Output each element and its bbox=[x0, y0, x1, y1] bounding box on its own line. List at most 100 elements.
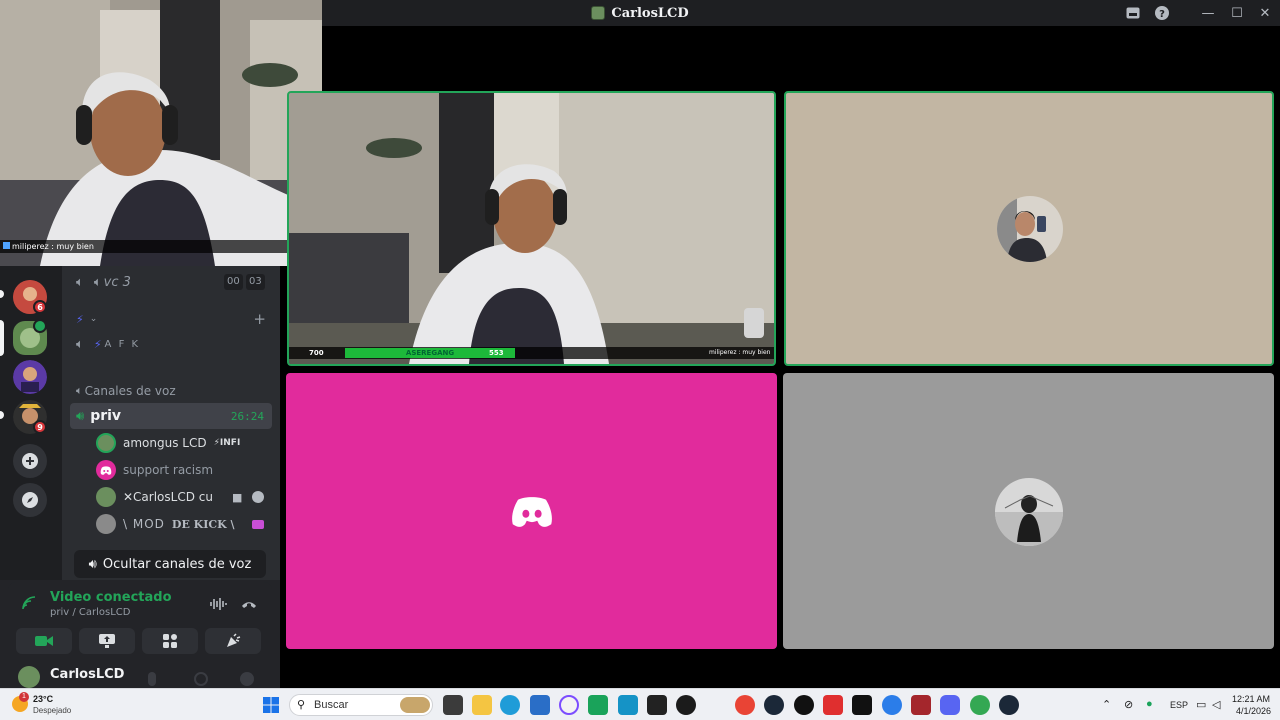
volume-icon[interactable]: ◁ bbox=[1212, 698, 1220, 711]
discover-button[interactable] bbox=[13, 483, 47, 517]
server-badge-1: 6 bbox=[33, 300, 47, 314]
pip-chat-text: muy bien bbox=[56, 242, 94, 251]
voice-member[interactable]: support racism bbox=[96, 458, 213, 482]
compass-icon bbox=[22, 492, 38, 508]
pip-chat-line: miliperez : muy bien bbox=[0, 240, 322, 253]
server-rail: 6 9 bbox=[0, 266, 62, 580]
weather-desc[interactable]: Despejado bbox=[33, 706, 71, 715]
video-tile-no-avatar[interactable] bbox=[286, 373, 777, 649]
search-icon: ⚲ bbox=[297, 699, 306, 711]
channel-afk-label: A F K bbox=[104, 338, 141, 350]
category-voice-channels[interactable]: 🔈︎ Canales de voz bbox=[70, 378, 272, 404]
obs-icon[interactable] bbox=[794, 695, 814, 715]
speaker-icon: 🔈︎ bbox=[93, 274, 102, 290]
stream-overlay-bar: 700 ASEREGANG 553 miliperez : muy bien bbox=[289, 347, 774, 359]
screen-share-button[interactable] bbox=[79, 628, 135, 654]
store-icon[interactable] bbox=[530, 695, 550, 715]
language-indicator[interactable]: ESP bbox=[1170, 700, 1188, 710]
disconnect-icon[interactable] bbox=[240, 596, 258, 615]
voice-status[interactable]: Video conectado bbox=[50, 590, 172, 605]
settings-gear-icon[interactable] bbox=[240, 672, 254, 686]
camera-button[interactable] bbox=[16, 628, 72, 654]
channel-priv[interactable]: 🔊︎ priv 26:24 bbox=[70, 403, 272, 429]
category-emoji-icon: ⚡ bbox=[76, 312, 84, 326]
video-tile-user-4[interactable] bbox=[783, 373, 1274, 649]
tiktok-icon[interactable] bbox=[852, 695, 872, 715]
category-collapsed[interactable]: ⚡ ⌄ + bbox=[70, 306, 272, 332]
camera-icon bbox=[35, 636, 53, 646]
channel-vc3[interactable]: 🔈︎ 🔈︎ vc 3 00 03 bbox=[70, 269, 272, 295]
file-explorer-icon[interactable] bbox=[472, 695, 492, 715]
app-icon[interactable] bbox=[588, 695, 608, 715]
mic-tray-icon[interactable]: ● bbox=[1146, 698, 1153, 710]
server-badge-4: 9 bbox=[33, 420, 47, 434]
close-button[interactable]: ✕ bbox=[1250, 0, 1280, 26]
clock-date[interactable]: 4/1/2026 bbox=[1236, 706, 1271, 716]
speaker-icon: 🔈︎ bbox=[76, 336, 84, 352]
add-server-button[interactable] bbox=[13, 444, 47, 478]
inbox-icon[interactable] bbox=[1118, 0, 1148, 26]
steam-icon[interactable] bbox=[999, 695, 1019, 715]
server-icon bbox=[591, 6, 606, 20]
voice-connection-panel: Video conectado priv / CarlosLCD bbox=[8, 582, 272, 662]
voice-member[interactable]: amongus LCD ⚡INFI bbox=[96, 431, 240, 455]
avatar bbox=[96, 514, 116, 534]
weather-temp[interactable]: 23°C bbox=[33, 694, 53, 704]
noise-suppression-icon[interactable] bbox=[209, 596, 227, 615]
pip-chat-user: miliperez bbox=[12, 242, 49, 251]
channel-count-left: 00 bbox=[224, 274, 243, 290]
app-icon[interactable] bbox=[882, 695, 902, 715]
steam-icon[interactable] bbox=[764, 695, 784, 715]
clock-time[interactable]: 12:21 AM bbox=[1232, 694, 1270, 704]
taskbar-search[interactable]: ⚲ Buscar bbox=[289, 694, 433, 716]
app-icon[interactable] bbox=[618, 695, 638, 715]
avatar bbox=[997, 196, 1063, 262]
signal-icon[interactable] bbox=[22, 596, 36, 614]
maximize-button[interactable]: ☐ bbox=[1222, 0, 1252, 26]
app-icon[interactable] bbox=[911, 695, 931, 715]
member-tag: ⚡INFI bbox=[213, 438, 241, 448]
channel-afk[interactable]: 🔈︎ ⚡ A F K bbox=[70, 331, 272, 357]
minimize-button[interactable]: — bbox=[1193, 0, 1223, 26]
voice-member[interactable]: ✕CarlosLCD cu ■ bbox=[96, 485, 286, 509]
chevron-down-icon: ⌄ bbox=[89, 314, 98, 324]
screen-share-icon bbox=[99, 634, 115, 648]
hide-voice-channels-button[interactable]: 🔊︎ Ocultar canales de voz bbox=[74, 550, 266, 578]
speaker-active-icon: 🔊︎ bbox=[76, 408, 85, 424]
voice-member[interactable]: \ MOD DE KICK \ bbox=[96, 512, 286, 536]
category-voice-label: Canales de voz bbox=[84, 384, 176, 398]
task-view-icon[interactable] bbox=[443, 695, 463, 715]
voice-location[interactable]: priv / CarlosLCD bbox=[50, 607, 130, 618]
mic-icon[interactable] bbox=[148, 672, 156, 686]
chrome-icon[interactable] bbox=[970, 695, 990, 715]
app-icon[interactable] bbox=[823, 695, 843, 715]
help-icon[interactable]: ? bbox=[1147, 0, 1177, 26]
discord-taskbar-icon[interactable] bbox=[940, 695, 960, 715]
user-name[interactable]: CarlosLCD bbox=[50, 667, 124, 682]
windows-start-icon[interactable] bbox=[263, 697, 279, 718]
window-title: CarlosLCD bbox=[591, 6, 689, 21]
member-name: amongus LCD bbox=[123, 436, 207, 450]
network-off-icon[interactable]: ⊘ bbox=[1124, 698, 1133, 711]
avatar[interactable] bbox=[18, 666, 40, 688]
channel-count-right: 03 bbox=[246, 274, 265, 290]
activities-button[interactable] bbox=[142, 628, 198, 654]
channel-vc3-label: vc 3 bbox=[103, 274, 131, 290]
server-icon-3[interactable] bbox=[13, 360, 47, 394]
app-icon[interactable] bbox=[559, 695, 579, 715]
soundboard-button[interactable] bbox=[205, 628, 261, 654]
stream-chat-line: miliperez : muy bien bbox=[709, 349, 771, 356]
video-tile-user-2[interactable] bbox=[784, 91, 1274, 366]
edge-icon[interactable] bbox=[500, 695, 520, 715]
webcam-pip-overlay: miliperez : muy bien bbox=[0, 0, 322, 266]
video-camera-icon: ■ bbox=[232, 490, 243, 504]
headphones-icon[interactable] bbox=[194, 672, 208, 686]
media-player-icon[interactable] bbox=[676, 695, 696, 715]
video-tile-carlos[interactable]: 700 ASEREGANG 553 miliperez : muy bien bbox=[287, 91, 776, 366]
capcut-icon[interactable] bbox=[647, 695, 667, 715]
add-channel-icon[interactable]: + bbox=[253, 310, 266, 328]
tray-overflow-icon[interactable]: ⌃ bbox=[1102, 698, 1111, 711]
chrome-icon[interactable] bbox=[735, 695, 755, 715]
search-placeholder: Buscar bbox=[314, 699, 349, 711]
display-icon[interactable]: ▭ bbox=[1196, 698, 1206, 711]
